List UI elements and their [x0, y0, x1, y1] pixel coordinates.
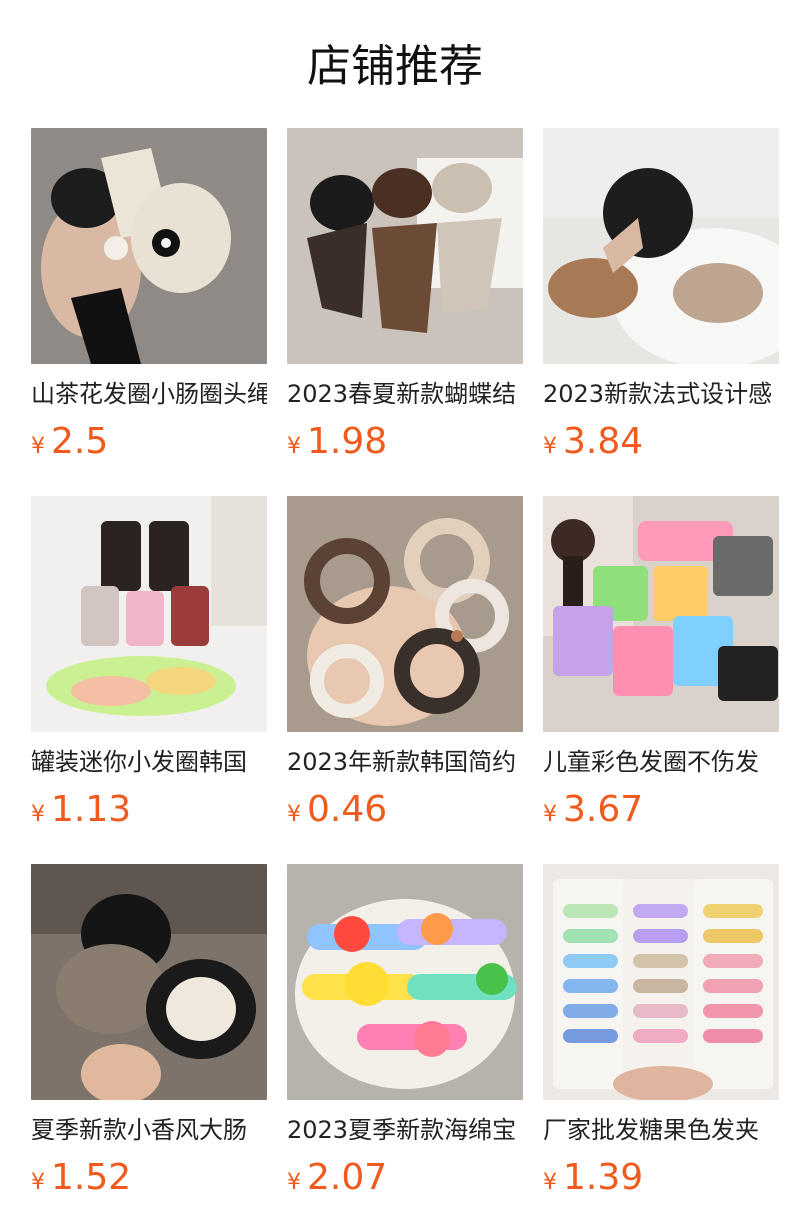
product-name[interactable]: 2023年新款韩国简约	[287, 748, 523, 776]
product-image[interactable]	[31, 864, 267, 1100]
product-image[interactable]	[287, 496, 523, 732]
price-value: 0.46	[307, 789, 388, 830]
product-image[interactable]	[543, 496, 779, 732]
product-image[interactable]	[31, 128, 267, 364]
product-price: ¥2.5	[31, 422, 267, 468]
product-price: ¥0.46	[287, 790, 523, 836]
product-image[interactable]	[543, 128, 779, 364]
currency-symbol: ¥	[287, 434, 301, 459]
product-grid: 山茶花发圈小肠圈头绳 ¥2.5 2023春夏新款蝴蝶结 ¥1.98 2023新款…	[31, 128, 779, 1232]
product-price: ¥2.07	[287, 1158, 523, 1204]
product-name[interactable]: 2023新款法式设计感	[543, 380, 779, 408]
product-name[interactable]: 山茶花发圈小肠圈头绳	[31, 380, 267, 408]
product-price: ¥1.39	[543, 1158, 779, 1204]
currency-symbol: ¥	[31, 434, 45, 459]
price-value: 1.52	[51, 1157, 132, 1198]
currency-symbol: ¥	[543, 1170, 557, 1195]
price-value: 2.07	[307, 1157, 388, 1198]
product-card[interactable]: 儿童彩色发圈不伤发 ¥3.67	[543, 496, 779, 864]
product-card[interactable]: 2023新款法式设计感 ¥3.84	[543, 128, 779, 496]
product-image[interactable]	[31, 496, 267, 732]
currency-symbol: ¥	[543, 802, 557, 827]
product-name[interactable]: 2023春夏新款蝴蝶结	[287, 380, 523, 408]
price-value: 3.84	[563, 421, 644, 462]
product-price: ¥3.67	[543, 790, 779, 836]
product-name[interactable]: 儿童彩色发圈不伤发	[543, 748, 779, 776]
price-value: 1.39	[563, 1157, 644, 1198]
section-title: 店铺推荐	[307, 41, 483, 92]
product-image[interactable]	[287, 128, 523, 364]
product-card[interactable]: 罐装迷你小发圈韩国 ¥1.13	[31, 496, 267, 864]
price-value: 1.98	[307, 421, 388, 462]
currency-symbol: ¥	[543, 434, 557, 459]
product-card[interactable]: 夏季新款小香风大肠 ¥1.52	[31, 864, 267, 1232]
product-price: ¥1.13	[31, 790, 267, 836]
currency-symbol: ¥	[31, 1170, 45, 1195]
product-card[interactable]: 2023夏季新款海绵宝 ¥2.07	[287, 864, 523, 1232]
product-image[interactable]	[543, 864, 779, 1100]
price-value: 1.13	[51, 789, 132, 830]
product-price: ¥1.98	[287, 422, 523, 468]
currency-symbol: ¥	[287, 1170, 301, 1195]
price-value: 2.5	[51, 421, 109, 462]
product-card[interactable]: 2023春夏新款蝴蝶结 ¥1.98	[287, 128, 523, 496]
product-card[interactable]: 2023年新款韩国简约 ¥0.46	[287, 496, 523, 864]
price-value: 3.67	[563, 789, 644, 830]
currency-symbol: ¥	[287, 802, 301, 827]
product-price: ¥1.52	[31, 1158, 267, 1204]
currency-symbol: ¥	[31, 802, 45, 827]
product-card[interactable]: 山茶花发圈小肠圈头绳 ¥2.5	[31, 128, 267, 496]
product-price: ¥3.84	[543, 422, 779, 468]
product-name[interactable]: 罐装迷你小发圈韩国	[31, 748, 267, 776]
product-name[interactable]: 夏季新款小香风大肠	[31, 1116, 267, 1144]
product-name[interactable]: 2023夏季新款海绵宝	[287, 1116, 523, 1144]
product-image[interactable]	[287, 864, 523, 1100]
product-name[interactable]: 厂家批发糖果色发夹	[543, 1116, 779, 1144]
product-card[interactable]: 厂家批发糖果色发夹 ¥1.39	[543, 864, 779, 1232]
